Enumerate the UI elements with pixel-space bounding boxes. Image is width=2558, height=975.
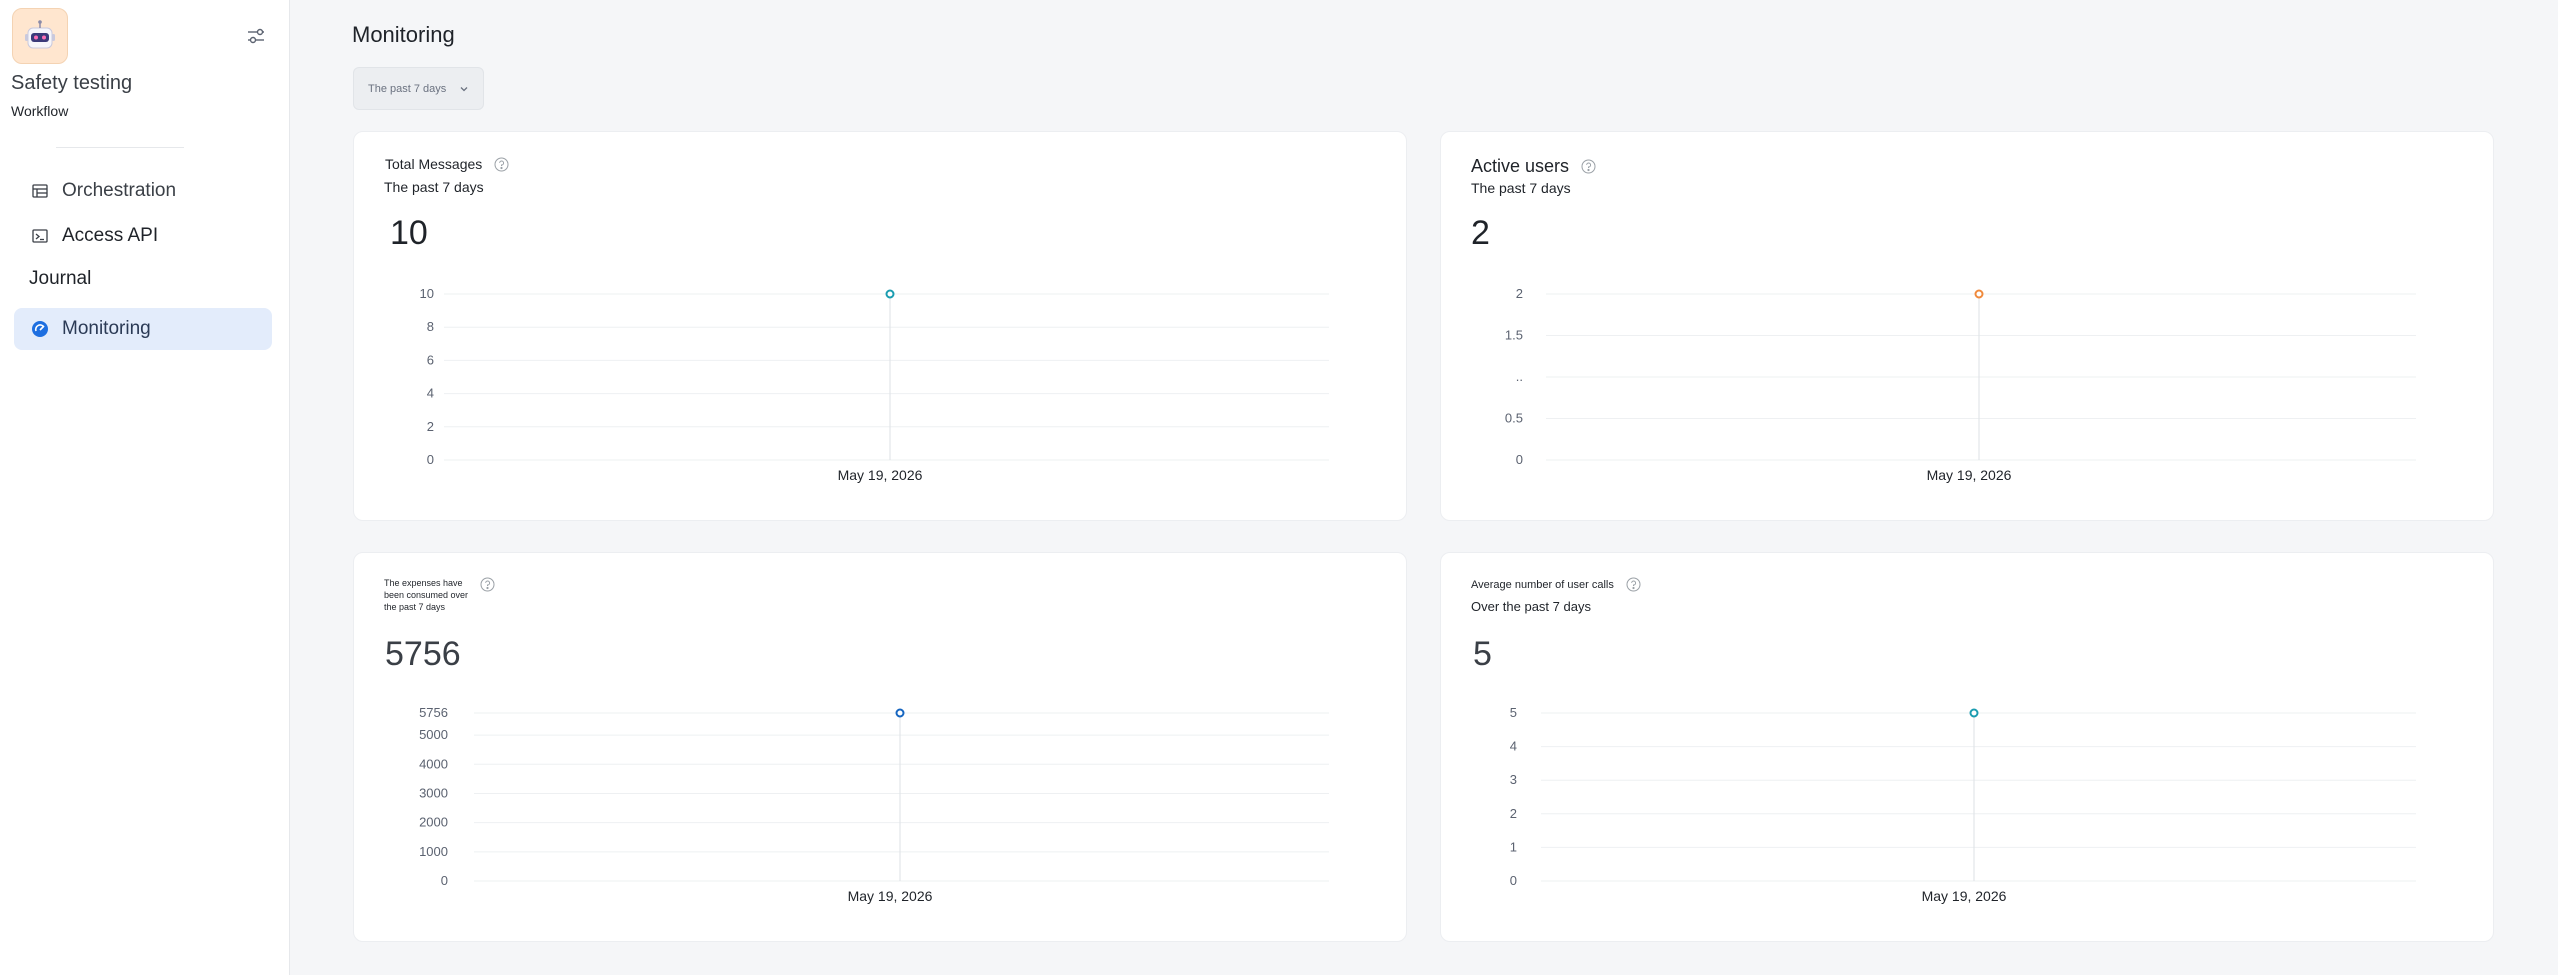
y-tick-label: 0 xyxy=(427,452,434,467)
total-messages-chart: 0 2 4 6 8 10 May 19, 2026 xyxy=(420,286,1329,483)
y-tick-label: 1 xyxy=(1510,839,1517,854)
date-range-value: The past 7 days xyxy=(368,82,447,95)
chevron-down-icon xyxy=(458,83,470,95)
sidebar: Safety testing Workflow Orchestration Ac… xyxy=(0,0,290,975)
terminal-icon xyxy=(30,226,50,246)
sidebar-item-access-api[interactable]: Access API xyxy=(14,215,272,257)
app-root: Safety testing Workflow Orchestration Ac… xyxy=(0,0,2558,975)
sidebar-divider xyxy=(56,147,184,148)
y-tick-label: 4000 xyxy=(419,756,448,771)
expenses-chart: 0 1000 2000 3000 4000 5000 5756 May 19, 2026 xyxy=(419,705,1329,904)
y-tick-label: 5 xyxy=(1510,705,1517,720)
app-name: Safety testing xyxy=(11,72,133,94)
active-users-card: Active users The past 7 days 2 0 0.5.. 1.5… xyxy=(1440,131,2494,521)
y-tick-label: 2 xyxy=(1510,806,1517,821)
data-point[interactable] xyxy=(895,708,905,718)
page-title: Monitoring xyxy=(352,22,455,47)
sidebar-item-label: Orchestration xyxy=(62,180,177,201)
y-tick-label: 0 xyxy=(1516,452,1523,467)
robot-icon xyxy=(12,8,68,64)
sidebar-item-monitoring[interactable]: Monitoring xyxy=(14,308,272,350)
y-tick-label: 2 xyxy=(427,419,434,434)
y-tick-label: 8 xyxy=(427,319,434,334)
y-tick-label: 3000 xyxy=(419,785,448,800)
data-point[interactable] xyxy=(1969,708,1979,718)
expenses-card: The expenses have been consumed over the… xyxy=(353,552,1407,942)
y-tick-label: 0.5 xyxy=(1505,411,1523,426)
date-range-select[interactable]: The past 7 days xyxy=(353,67,484,110)
sliders-icon[interactable] xyxy=(242,22,270,50)
y-tick-label: 1.5 xyxy=(1505,328,1523,343)
y-tick-label: .. xyxy=(1516,369,1523,384)
y-tick-label: 4 xyxy=(427,386,434,401)
x-tick-label: May 19, 2026 xyxy=(1922,888,2007,904)
y-tick-label: 0 xyxy=(1510,873,1517,888)
y-tick-label: 5756 xyxy=(419,705,448,720)
y-tick-label: 6 xyxy=(427,352,434,367)
avg-user-calls-card: Average number of user calls Over the pa… xyxy=(1440,552,2494,942)
x-tick-label: May 19, 2026 xyxy=(848,888,933,904)
orchestration-icon xyxy=(30,181,50,201)
y-tick-label: 1000 xyxy=(419,844,448,859)
avg-user-calls-chart: 0 1 2 3 4 5 May 19, 2026 xyxy=(1510,705,2416,904)
sidebar-item-journal[interactable]: Journal xyxy=(29,268,91,290)
y-tick-label: 3 xyxy=(1510,772,1517,787)
y-tick-label: 10 xyxy=(420,286,434,301)
monitoring-icon xyxy=(30,319,50,339)
y-tick-label: 0 xyxy=(441,873,448,888)
y-tick-label: 2 xyxy=(1516,286,1523,301)
data-point[interactable] xyxy=(885,289,895,299)
y-tick-label: 4 xyxy=(1510,739,1517,754)
total-messages-card: Total Messages The past 7 days 10 024681… xyxy=(353,131,1407,521)
sidebar-item-label: Monitoring xyxy=(62,318,151,339)
x-tick-label: May 19, 2026 xyxy=(838,467,923,483)
y-tick-label: 2000 xyxy=(419,815,448,830)
app-type: Workflow xyxy=(11,103,69,119)
x-tick-label: May 19, 2026 xyxy=(1927,467,2012,483)
sidebar-item-label: Access API xyxy=(62,225,159,246)
active-users-chart: 0 0.5.. 1.5 2 May 19, 2026 xyxy=(1505,286,2416,483)
data-point[interactable] xyxy=(1974,289,1984,299)
y-tick-label: 5000 xyxy=(419,727,448,742)
sidebar-item-orchestration[interactable]: Orchestration xyxy=(14,170,272,212)
